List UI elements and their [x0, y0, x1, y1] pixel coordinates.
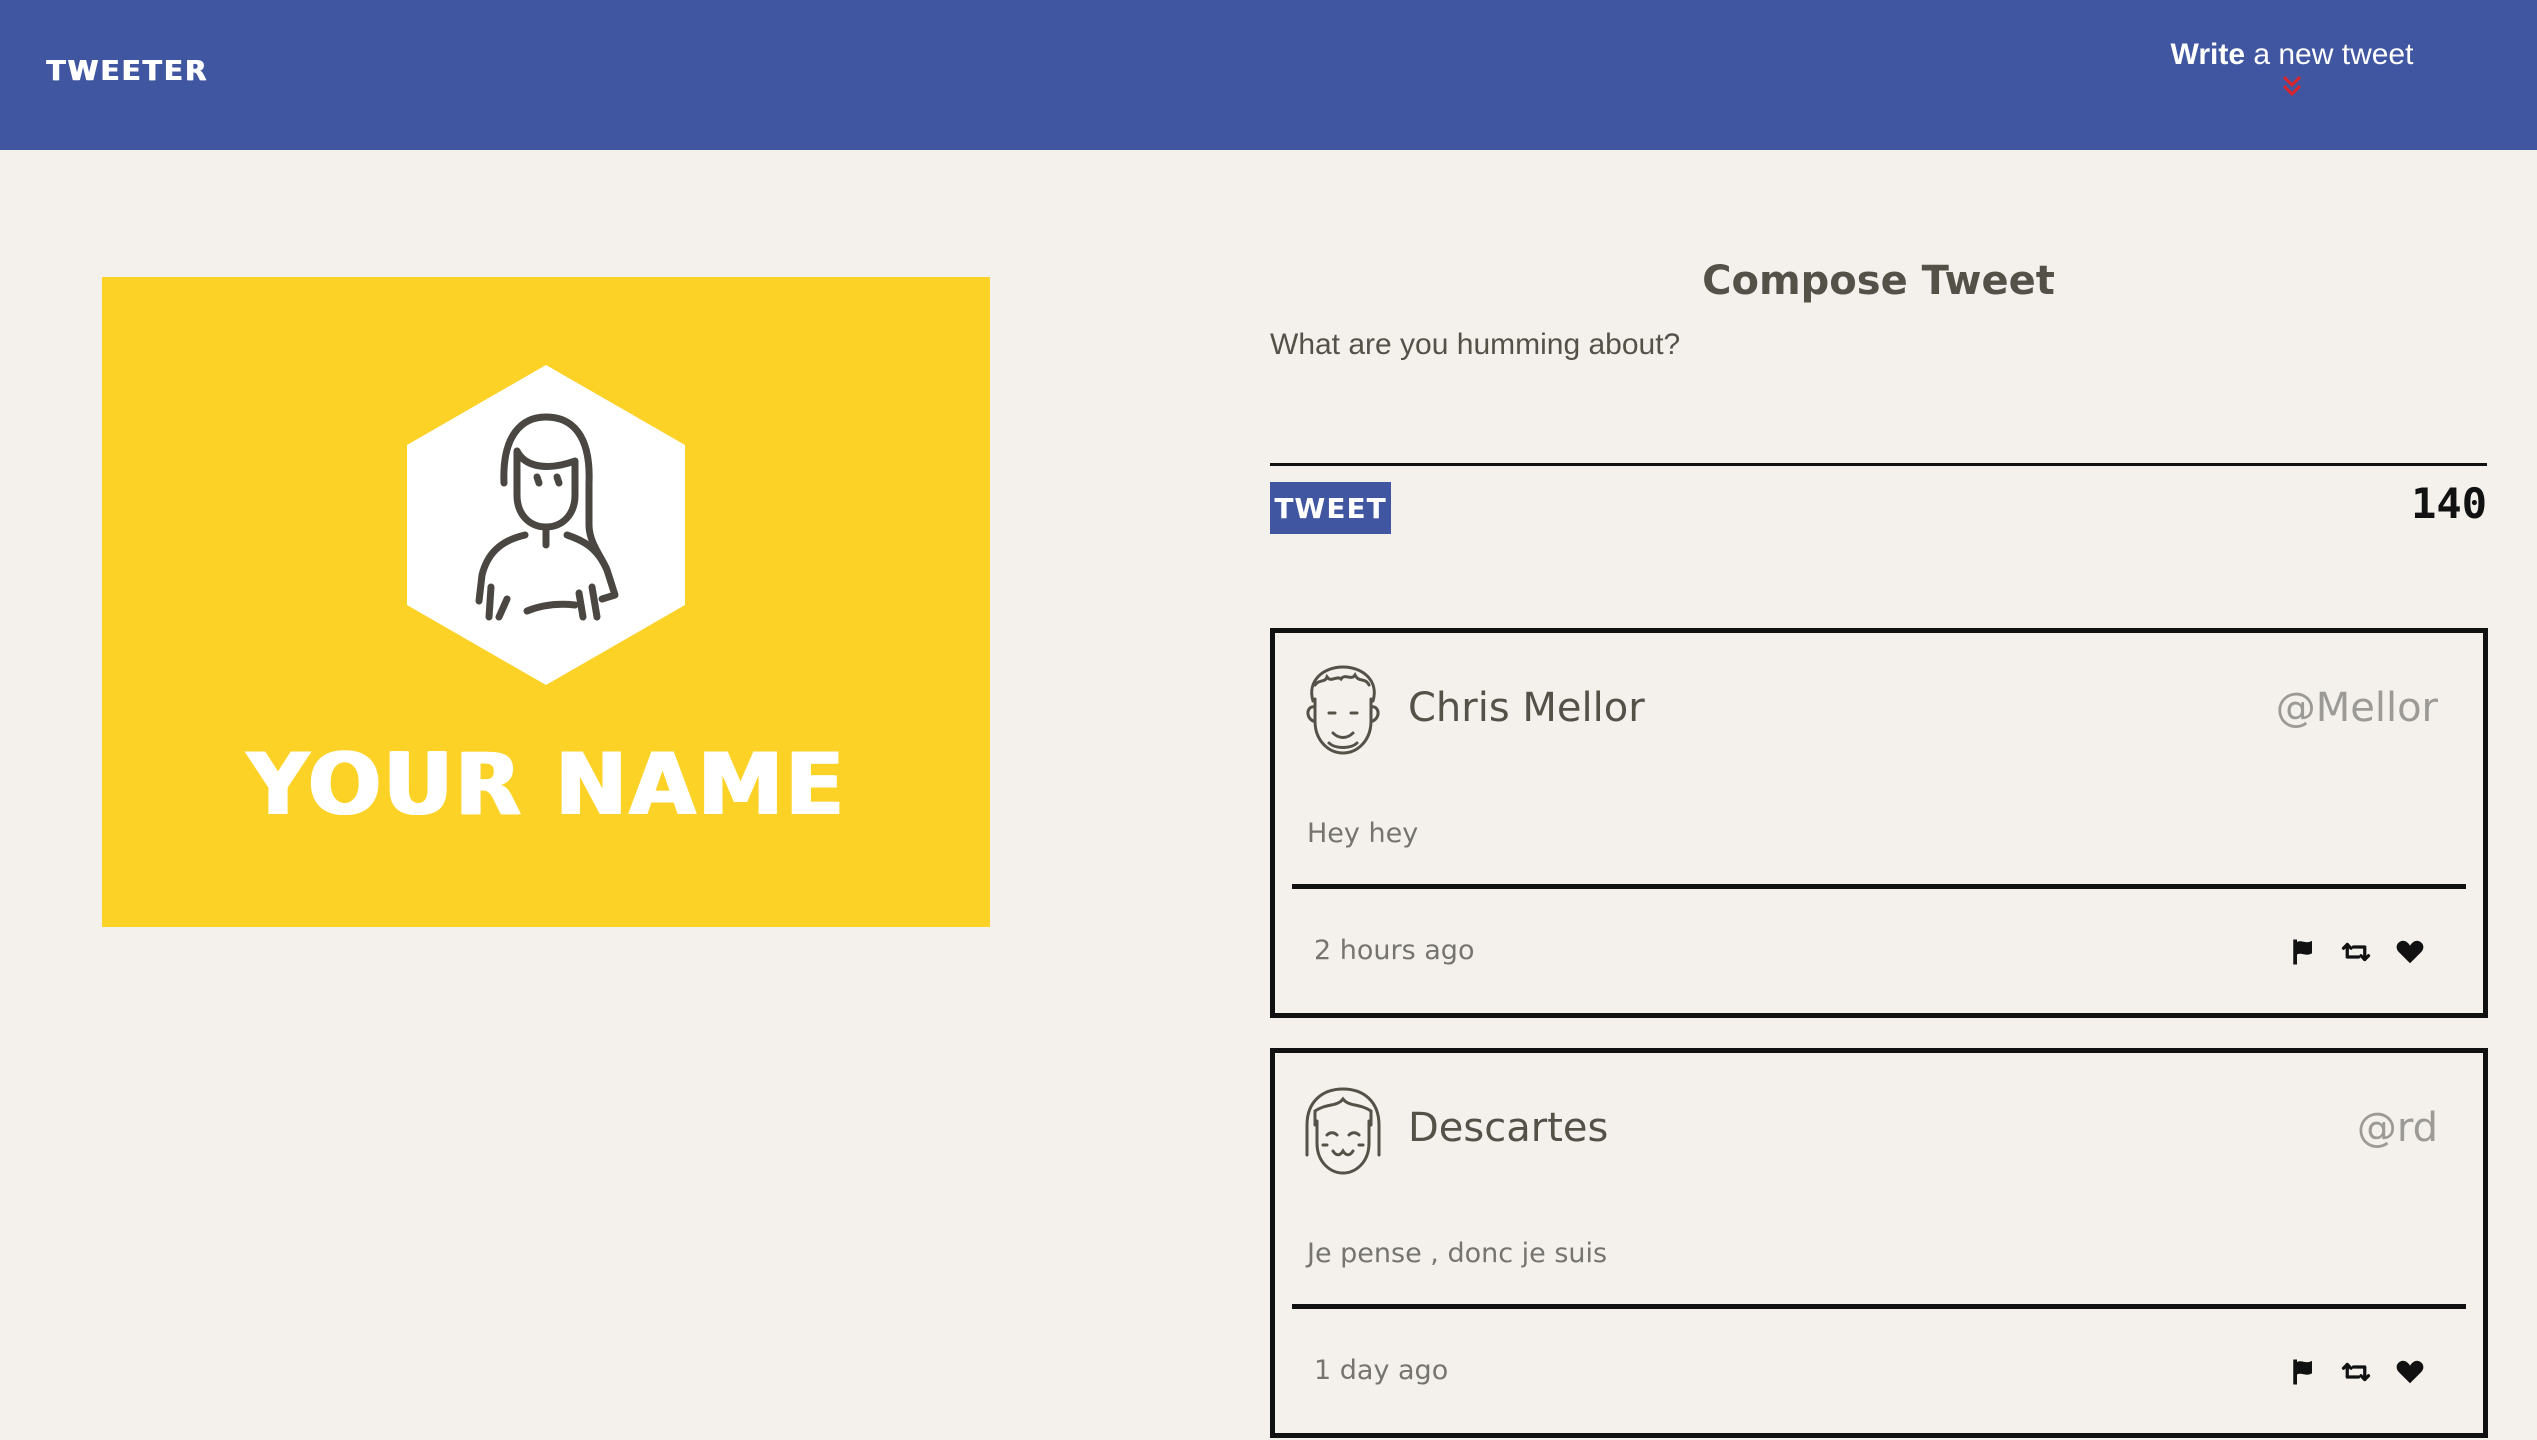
retweet-icon[interactable] [2341, 1357, 2371, 1387]
profile-card: YOUR NAME [102, 277, 990, 927]
tweet-actions [2287, 1357, 2425, 1387]
tweet-card: Chris Mellor @Mellor Hey hey 2 hours ago [1270, 628, 2488, 1018]
tweet-timestamp: 1 day ago [1314, 1355, 1449, 1386]
write-new-tweet-toggle[interactable]: Write a new tweet [2142, 38, 2442, 98]
woman-avatar-hexagon-icon [407, 365, 685, 685]
tweet-body: Je pense , donc je suis [1307, 1238, 1608, 1269]
curly-hair-avatar-icon [1306, 665, 1380, 755]
tweet-actions [2287, 937, 2425, 967]
tweet-author-handle[interactable]: @rd [2357, 1105, 2438, 1151]
tweet-author-name[interactable]: Descartes [1408, 1105, 1608, 1151]
heart-icon[interactable] [2395, 1357, 2425, 1387]
top-nav: Tweeter Write a new tweet [0, 0, 2537, 150]
compose-submit-row: Tweet 140 [1270, 479, 2487, 542]
flag-icon[interactable] [2287, 937, 2317, 967]
tweet-author-handle[interactable]: @Mellor [2276, 685, 2438, 731]
write-new-tweet-label: Write a new tweet [2170, 38, 2414, 71]
tweet-divider [1292, 884, 2466, 889]
tweet-timestamp: 2 hours ago [1314, 935, 1475, 966]
compose-title: Compose Tweet [1702, 258, 2055, 304]
tweet-body: Hey hey [1307, 818, 1419, 849]
retweet-icon[interactable] [2341, 937, 2371, 967]
tweet-divider [1292, 1304, 2466, 1309]
tweet-text-input[interactable] [1270, 326, 2487, 466]
heart-icon[interactable] [2395, 937, 2425, 967]
flag-icon[interactable] [2287, 1357, 2317, 1387]
tweet-submit-button[interactable]: Tweet [1270, 482, 1391, 534]
tweet-card: Descartes @rd Je pense , donc je suis 1 … [1270, 1048, 2488, 1438]
double-chevron-down-icon[interactable] [2280, 74, 2304, 98]
bob-hair-avatar-icon [1305, 1087, 1381, 1175]
tweet-author-name[interactable]: Chris Mellor [1408, 685, 1645, 731]
compose-section: Compose Tweet Tweet 140 [1270, 250, 2487, 542]
character-counter: 140 [2411, 479, 2487, 528]
profile-name: YOUR NAME [246, 735, 846, 835]
brand-logo[interactable]: Tweeter [46, 54, 208, 87]
